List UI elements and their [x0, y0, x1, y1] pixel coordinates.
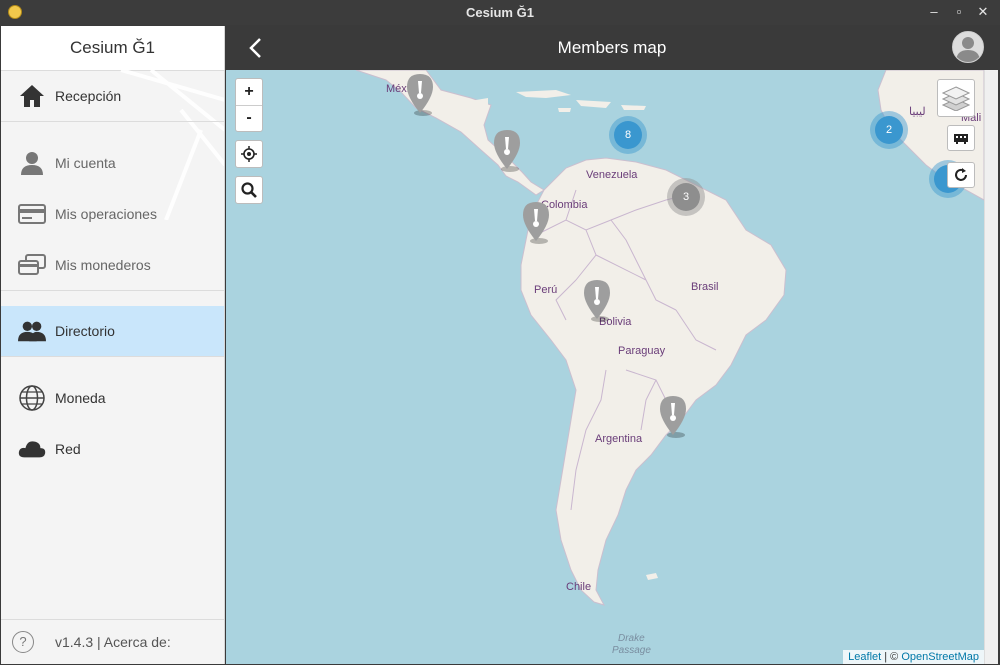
locate-button[interactable]	[235, 140, 263, 168]
refresh-button[interactable]	[947, 162, 975, 188]
home-icon	[18, 82, 46, 110]
map-attribution: Leaflet | © OpenStreetMap	[843, 650, 984, 664]
close-button[interactable]: ✕	[973, 3, 993, 21]
openstreetmap-link[interactable]: OpenStreetMap	[901, 651, 979, 663]
map-background	[355, 70, 984, 606]
sidebar-item-red[interactable]: Red	[1, 424, 224, 474]
refresh-icon	[955, 168, 967, 181]
zoom-control: + -	[235, 78, 263, 132]
zoom-in-button[interactable]: +	[236, 79, 262, 106]
page-title: Members map	[557, 38, 667, 57]
version-about-link[interactable]: v1.4.3 | Acerca de:	[55, 634, 171, 650]
cloud-icon	[18, 435, 46, 463]
zoom-out-button[interactable]: -	[236, 106, 262, 132]
search-button[interactable]	[235, 176, 263, 204]
cluster-count: 2	[875, 116, 903, 144]
sidebar-item-mi-cuenta[interactable]: Mi cuenta	[1, 138, 224, 188]
member-pin[interactable]	[658, 395, 688, 444]
app-header: Members map	[226, 26, 998, 70]
sidebar-item-recepcion[interactable]: Recepción	[1, 71, 224, 121]
members-map[interactable]: México Venezuela Colombia Perú Brasil Bo…	[226, 70, 984, 664]
user-avatar-icon[interactable]	[952, 31, 984, 63]
sidebar-item-moneda[interactable]: Moneda	[1, 373, 224, 423]
cluster-count: 8	[614, 121, 642, 149]
maximize-button[interactable]: ▫	[949, 3, 969, 21]
card-icon	[18, 200, 46, 228]
map-mode-button[interactable]	[947, 125, 975, 151]
help-icon[interactable]: ?	[12, 631, 34, 653]
member-pin[interactable]	[582, 279, 612, 328]
scrollbar[interactable]	[984, 70, 998, 664]
sidebar-item-label: Mi cuenta	[55, 155, 116, 171]
sidebar-item-label: Mis operaciones	[55, 206, 157, 222]
leaflet-link[interactable]: Leaflet	[848, 651, 881, 663]
cluster-count: 3	[672, 183, 700, 211]
member-cluster[interactable]: 2	[870, 111, 908, 149]
map-label-brasil: Brasil	[691, 281, 719, 293]
sidebar-item-label: Moneda	[55, 390, 106, 406]
sidebar-item-label: Mis monederos	[55, 257, 151, 273]
target-icon	[241, 146, 257, 162]
sidebar-item-mis-monederos[interactable]: Mis monederos	[1, 240, 224, 290]
member-pin[interactable]	[521, 201, 551, 250]
member-cluster[interactable]: 3	[667, 178, 705, 216]
sidebar-item-mis-operaciones[interactable]: Mis operaciones	[1, 189, 224, 239]
map-label-chile: Chile	[566, 581, 592, 593]
person-icon	[18, 149, 46, 177]
people-icon	[18, 317, 46, 345]
sidebar-item-label: Recepción	[55, 88, 122, 104]
sidebar-item-label: Red	[55, 441, 81, 457]
cards-icon	[18, 251, 46, 279]
map-label-peru: Perú	[534, 284, 558, 296]
minimize-button[interactable]: –	[924, 3, 944, 21]
sidebar-title: Cesium Ğ1	[1, 26, 224, 71]
map-label-drake: Drake	[618, 633, 645, 644]
layers-icon	[942, 86, 970, 111]
sidebar-item-label: Directorio	[55, 323, 115, 339]
map-label-libya: ليبيا	[909, 106, 926, 118]
map-label-argentina: Argentina	[595, 433, 643, 445]
member-cluster[interactable]: 8	[609, 116, 647, 154]
window-title: Cesium Ğ1	[466, 5, 534, 20]
map-label-passage: Passage	[612, 645, 651, 656]
attribution-separator: | ©	[881, 651, 902, 663]
map-label-paraguay: Paraguay	[618, 345, 666, 357]
sidebar-item-directorio[interactable]: Directorio	[1, 306, 224, 356]
member-pin[interactable]	[405, 73, 435, 122]
sidebar-footer: ? v1.4.3 | Acerca de:	[1, 619, 224, 664]
member-pin[interactable]	[492, 129, 522, 178]
layers-button[interactable]	[937, 79, 975, 117]
display-icon	[954, 134, 968, 144]
search-icon	[241, 182, 257, 198]
globe-icon	[18, 384, 46, 412]
map-label-venezuela: Venezuela	[586, 169, 638, 181]
sidebar: Cesium Ğ1 Recepción Mi cuenta Mis operac…	[1, 26, 225, 664]
window-titlebar: Cesium Ğ1 – ▫ ✕	[0, 0, 1000, 25]
